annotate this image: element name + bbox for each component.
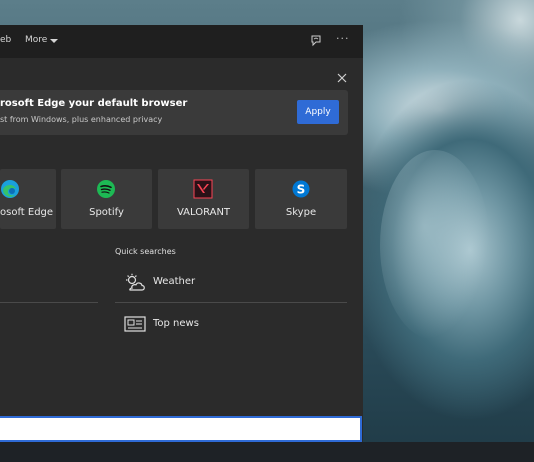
app-tile-skype[interactable]: S Skype <box>255 169 347 229</box>
divider <box>115 302 347 303</box>
weather-icon <box>126 273 145 291</box>
wave-highlight <box>380 150 490 340</box>
quick-search-label: Top news <box>153 318 199 329</box>
search-panel: eb More ··· rosoft Edge your default bro… <box>0 25 363 442</box>
news-icon <box>124 316 146 332</box>
valorant-icon <box>193 179 213 199</box>
close-icon[interactable] <box>336 72 348 84</box>
quick-search-top-news[interactable]: Top news <box>115 307 347 343</box>
default-browser-banner: rosoft Edge your default browser st from… <box>0 90 348 135</box>
edge-icon <box>1 180 19 198</box>
tab-more[interactable]: More <box>25 35 59 45</box>
feedback-icon[interactable] <box>309 34 323 48</box>
app-tile-label: osoft Edge <box>0 207 54 218</box>
apply-button[interactable]: Apply <box>297 100 339 124</box>
quick-search-weather[interactable]: Weather <box>115 265 347 301</box>
banner-title: rosoft Edge your default browser <box>0 98 188 109</box>
svg-text:S: S <box>297 183 306 197</box>
spotify-icon <box>97 180 115 198</box>
quick-search-label: Weather <box>153 276 196 287</box>
search-input[interactable] <box>0 416 362 442</box>
more-options-icon[interactable]: ··· <box>336 32 350 45</box>
app-tile-valorant[interactable]: VALORANT <box>158 169 249 229</box>
app-tile-label: VALORANT <box>176 207 231 218</box>
tab-more-label: More <box>25 35 48 45</box>
app-tile-label: Spotify <box>89 207 124 218</box>
skype-icon: S <box>292 180 310 198</box>
divider <box>0 302 98 303</box>
taskbar <box>0 442 534 462</box>
app-tile-edge[interactable]: osoft Edge <box>0 169 56 229</box>
tab-web[interactable]: eb <box>0 35 11 45</box>
quick-searches-heading: Quick searches <box>115 247 176 256</box>
app-tile-spotify[interactable]: Spotify <box>61 169 152 229</box>
search-top-bar: eb More ··· <box>0 25 363 58</box>
app-tile-label: Skype <box>285 207 317 218</box>
chevron-down-icon <box>50 38 59 43</box>
banner-subtitle: st from Windows, plus enhanced privacy <box>0 115 163 124</box>
